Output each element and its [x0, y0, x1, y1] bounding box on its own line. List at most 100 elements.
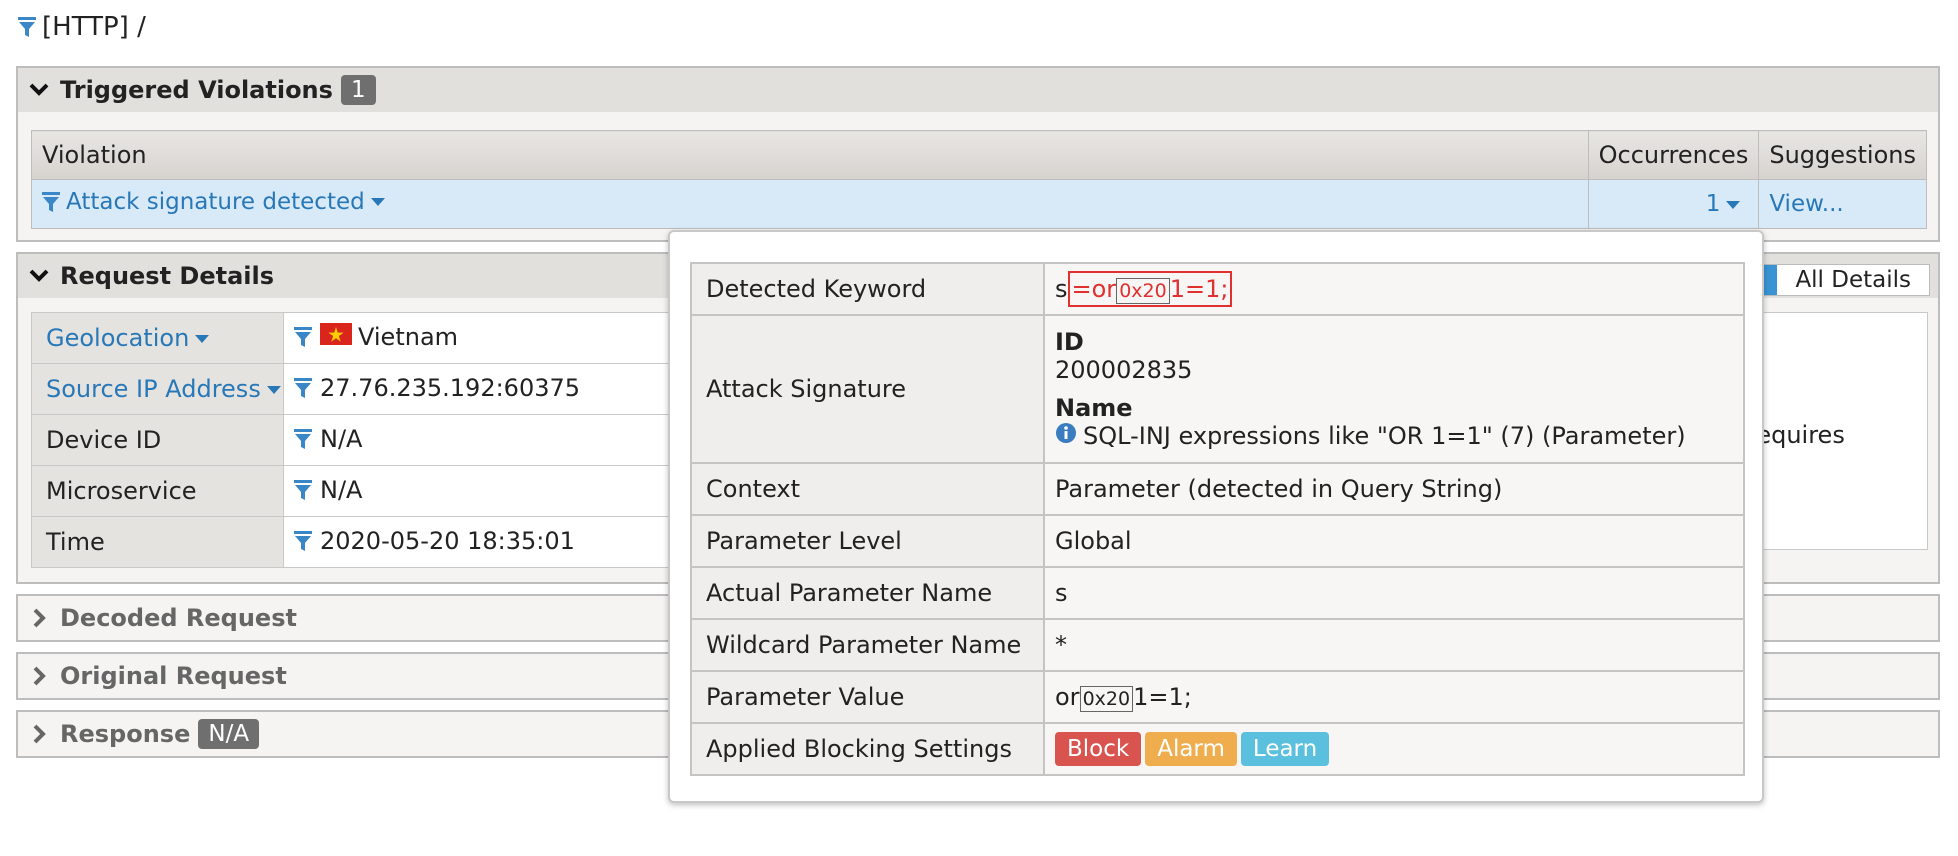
- applied-blocking-settings-value: Block Alarm Learn: [1043, 722, 1745, 776]
- view-suggestions-link[interactable]: View...: [1769, 191, 1843, 217]
- keyword-prefix: s: [1055, 274, 1068, 303]
- violations-table: Violation Occurrences Suggestions Attack…: [31, 130, 1927, 229]
- wildcard-parameter-name-value: *: [1043, 618, 1745, 672]
- chevron-right-icon: [26, 666, 52, 686]
- suggestions-cell: View...: [1758, 179, 1927, 229]
- request-details-table: Geolocation Vietnam Source IP Address 27…: [31, 312, 691, 568]
- signature-name-label: Name: [1055, 394, 1133, 422]
- time-label: Time: [46, 528, 105, 556]
- device-id-label: Device ID: [46, 426, 162, 454]
- chevron-down-icon: [26, 83, 52, 97]
- table-row: Device ID N/A: [31, 414, 691, 466]
- column-header-suggestions[interactable]: Suggestions: [1758, 130, 1927, 180]
- keyword-highlight: =or 0x20 1=1;: [1067, 270, 1233, 307]
- table-row: Source IP Address 27.76.235.192:60375: [31, 363, 691, 415]
- signature-id: 200002835: [1055, 356, 1193, 384]
- table-row: Parameter Value or 0x20 1=1;: [690, 670, 1745, 724]
- signature-details-table: Detected Keyword s =or 0x20 1=1; Attack Sig…: [690, 262, 1745, 776]
- source-ip-value: 27.76.235.192:60375: [320, 373, 581, 402]
- filter-icon[interactable]: [294, 428, 312, 450]
- caret-down-icon[interactable]: [370, 198, 385, 206]
- occurrences-cell: 1: [1587, 179, 1760, 229]
- details-right-panel: requires: [1746, 312, 1928, 550]
- toggle-indicator: [1763, 265, 1778, 295]
- param-value-hex: 0x20: [1079, 685, 1134, 712]
- caret-down-icon[interactable]: [266, 386, 281, 394]
- caret-down-icon[interactable]: [1726, 200, 1741, 209]
- time-value: 2020-05-20 18:35:01: [320, 526, 575, 555]
- table-row: Geolocation Vietnam: [31, 312, 691, 364]
- table-row: Applied Blocking Settings Block Alarm Lear…: [690, 722, 1745, 776]
- wildcard-parameter-name-label: Wildcard Parameter Name: [690, 618, 1045, 672]
- table-row: Wildcard Parameter Name *: [690, 618, 1745, 672]
- context-value: Parameter (detected in Query String): [1043, 462, 1745, 516]
- attack-signature-label: Attack Signature: [690, 314, 1045, 464]
- table-row[interactable]: Attack signature detected 1 View...: [31, 179, 1927, 229]
- keyword-highlight-part: 1=1;: [1169, 274, 1229, 303]
- block-badge: Block: [1055, 732, 1142, 766]
- device-id-value: N/A: [320, 424, 363, 453]
- triggered-violations-header[interactable]: Triggered Violations 1: [18, 68, 1938, 112]
- parameter-value-label: Parameter Value: [690, 670, 1045, 724]
- table-row: Context Parameter (detected in Query Str…: [690, 462, 1745, 516]
- parameter-value: or 0x20 1=1;: [1043, 670, 1745, 724]
- table-row: Detected Keyword s =or 0x20 1=1;: [690, 262, 1745, 316]
- keyword-hex: 0x20: [1116, 277, 1170, 304]
- applied-blocking-settings-label: Applied Blocking Settings: [690, 722, 1045, 776]
- detected-keyword-value: s =or 0x20 1=1;: [1043, 262, 1745, 316]
- vietnam-flag-icon: [320, 322, 352, 351]
- geolocation-value: Vietnam: [358, 322, 459, 351]
- context-label: Context: [690, 462, 1045, 516]
- breadcrumb-text: [HTTP] /: [42, 12, 146, 42]
- filter-icon[interactable]: [18, 16, 36, 38]
- microservice-value: N/A: [320, 475, 363, 504]
- table-row: Actual Parameter Name s: [690, 566, 1745, 620]
- filter-icon[interactable]: [294, 479, 312, 501]
- breadcrumb: [HTTP] /: [18, 12, 146, 42]
- chevron-right-icon: [26, 724, 52, 744]
- parameter-level-label: Parameter Level: [690, 514, 1045, 568]
- all-details-button[interactable]: All Details: [1777, 265, 1929, 295]
- filter-icon[interactable]: [294, 326, 312, 348]
- section-title: Triggered Violations: [60, 76, 333, 104]
- violation-link[interactable]: Attack signature detected: [66, 189, 365, 215]
- signature-name: SQL-INJ expressions like "OR 1=1" (7) (P…: [1083, 422, 1686, 450]
- section-title: Decoded Request: [60, 604, 297, 632]
- actual-parameter-name-label: Actual Parameter Name: [690, 566, 1045, 620]
- chevron-down-icon: [26, 269, 52, 283]
- parameter-level-value: Global: [1043, 514, 1745, 568]
- section-title: Response: [60, 720, 191, 748]
- triggered-violations-section: Triggered Violations 1 Violation Occurre…: [16, 66, 1940, 242]
- learn-badge: Learn: [1240, 732, 1330, 766]
- all-details-toggle[interactable]: All Details: [1762, 264, 1930, 296]
- violation-cell: Attack signature detected: [31, 179, 1589, 229]
- info-icon[interactable]: [1055, 422, 1077, 450]
- table-row: Attack Signature ID 200002835 Name SQL-I…: [690, 314, 1745, 464]
- section-title: Request Details: [60, 262, 275, 290]
- filter-icon[interactable]: [294, 530, 312, 552]
- signature-id-label: ID: [1055, 328, 1084, 356]
- response-status-badge: N/A: [198, 719, 260, 749]
- param-value-part: or: [1055, 682, 1080, 711]
- filter-icon[interactable]: [42, 191, 60, 213]
- microservice-label: Microservice: [46, 477, 197, 505]
- chevron-right-icon: [26, 608, 52, 628]
- table-row: Time 2020-05-20 18:35:01: [31, 516, 691, 568]
- geolocation-link[interactable]: Geolocation: [46, 324, 189, 352]
- occurrences-link[interactable]: 1: [1706, 191, 1721, 217]
- violations-count-badge: 1: [340, 75, 376, 105]
- param-value-part: 1=1;: [1133, 682, 1192, 711]
- caret-down-icon[interactable]: [195, 335, 210, 343]
- keyword-highlight-part: =or: [1071, 274, 1117, 303]
- filter-icon[interactable]: [294, 377, 312, 399]
- column-header-occurrences[interactable]: Occurrences: [1587, 130, 1760, 180]
- attack-signature-popup: Detected Keyword s =or 0x20 1=1; Attack Sig…: [668, 230, 1764, 803]
- alarm-badge: Alarm: [1145, 732, 1237, 766]
- section-title: Original Request: [60, 662, 287, 690]
- attack-signature-value: ID 200002835 Name SQL-INJ expressions li…: [1043, 314, 1745, 464]
- column-header-violation[interactable]: Violation: [31, 130, 1589, 180]
- detected-keyword-label: Detected Keyword: [690, 262, 1045, 316]
- table-row: Microservice N/A: [31, 465, 691, 517]
- actual-parameter-name-value: s: [1043, 566, 1745, 620]
- source-ip-link[interactable]: Source IP Address: [46, 375, 261, 403]
